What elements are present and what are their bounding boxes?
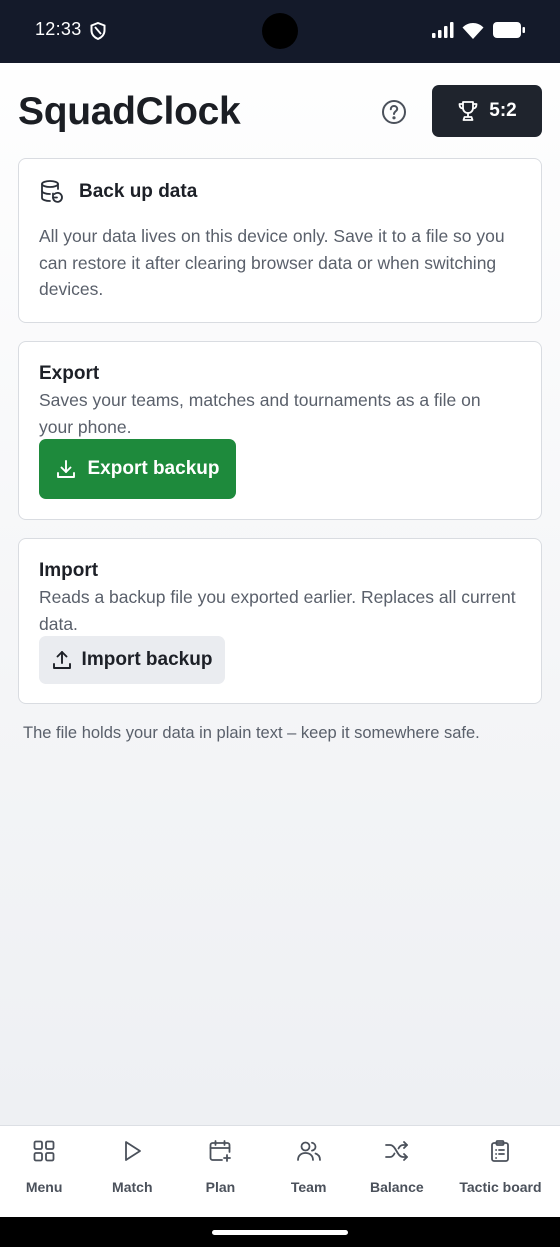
score-button[interactable]: 5:2 [432, 85, 542, 137]
download-icon [56, 460, 75, 478]
clipboard-icon [487, 1138, 513, 1164]
home-indicator[interactable] [212, 1230, 348, 1235]
export-title: Export [39, 363, 100, 384]
import-backup-label: Import backup [81, 649, 213, 670]
import-card: Import Reads a backup file you exported … [18, 538, 542, 704]
nav-item-match[interactable]: Match [88, 1126, 176, 1217]
nav-item-menu[interactable]: Menu [0, 1126, 88, 1217]
signal-icon [432, 22, 454, 43]
help-icon [382, 100, 406, 124]
security-footnote: The file holds your data in plain text –… [23, 724, 480, 742]
bottom-nav: Menu Match Plan Team Balance Tactic boar… [0, 1125, 560, 1217]
import-title: Import [39, 560, 99, 581]
wifi-icon [462, 22, 484, 44]
battery-icon [492, 21, 526, 44]
shield-icon [90, 21, 106, 45]
camera-cutout [262, 13, 298, 49]
nav-label-menu: Menu [25, 1179, 63, 1195]
nav-label-balance: Balance [369, 1179, 424, 1195]
calendar-plus-icon [207, 1138, 233, 1164]
status-icons [432, 21, 526, 44]
nav-item-team[interactable]: Team [265, 1126, 353, 1217]
help-button[interactable] [380, 98, 408, 126]
nav-label-tactic-board: Tactic board [459, 1179, 542, 1195]
import-description: Reads a backup file you exported earlier… [39, 587, 516, 634]
backup-info-card: Back up data All your data lives on this… [18, 158, 542, 323]
users-icon [296, 1138, 322, 1164]
app-title: SquadClock [18, 90, 241, 133]
play-icon [119, 1138, 145, 1164]
backup-info-text: All your data lives on this device only.… [39, 226, 505, 299]
nav-label-match: Match [112, 1179, 153, 1195]
export-backup-label: Export backup [87, 458, 220, 479]
nav-label-plan: Plan [205, 1179, 236, 1195]
export-card: Export Saves your teams, matches and tou… [18, 341, 542, 520]
nav-item-balance[interactable]: Balance [353, 1126, 441, 1217]
database-restore-icon [41, 180, 63, 203]
app-header: SquadClock 5:2 [0, 63, 560, 158]
export-description: Saves your teams, matches and tournament… [39, 390, 481, 437]
status-bar: 12:33 [0, 0, 560, 63]
backup-info-title: Back up data [79, 181, 198, 202]
status-time: 12:33 [35, 19, 82, 39]
nav-label-team: Team [290, 1179, 327, 1195]
trophy-icon [458, 101, 478, 121]
import-backup-button[interactable]: Import backup [39, 636, 225, 684]
nav-item-tactic-board[interactable]: Tactic board [441, 1126, 560, 1217]
nav-item-plan[interactable]: Plan [176, 1126, 264, 1217]
backup-info-header: Back up data [39, 179, 197, 205]
export-backup-button[interactable]: Export backup [39, 439, 236, 499]
upload-icon [52, 651, 71, 669]
shuffle-icon [384, 1138, 410, 1164]
grid-icon [31, 1138, 57, 1164]
system-navigation-bar [0, 1217, 560, 1247]
score-label: 5:2 [489, 100, 517, 121]
